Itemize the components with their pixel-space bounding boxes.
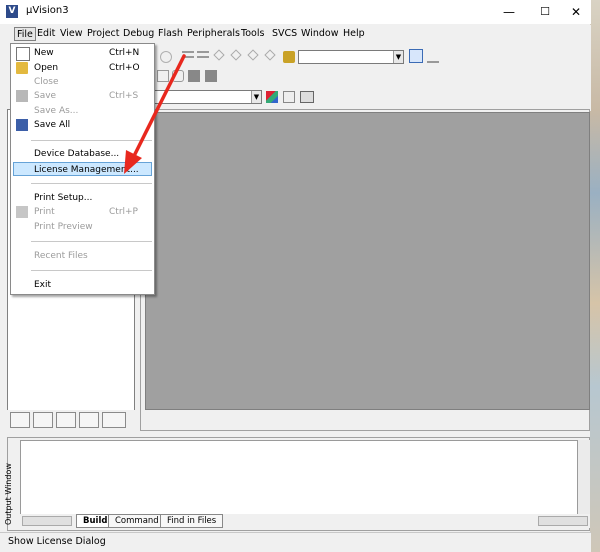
- menu-debug[interactable]: Debug: [121, 27, 156, 41]
- target-options-icon[interactable]: [266, 91, 278, 103]
- new-file-icon: [16, 47, 30, 61]
- title-bar: V µVision3 — ☐ ✕: [0, 0, 591, 24]
- menu-project[interactable]: Project: [85, 27, 122, 41]
- find-in-files-icon[interactable]: [409, 49, 423, 63]
- menu-item-print-setup[interactable]: Print Setup...: [13, 191, 152, 205]
- manage-books-icon[interactable]: [300, 91, 314, 103]
- menu-item-exit[interactable]: Exit: [13, 278, 152, 292]
- menu-tools[interactable]: Tools: [239, 27, 266, 41]
- print-icon: [16, 206, 28, 218]
- find-combo[interactable]: ▼: [298, 50, 404, 64]
- menu-edit[interactable]: Edit: [35, 27, 57, 41]
- menu-svcs[interactable]: SVCS: [270, 27, 299, 41]
- desktop-background: [590, 0, 600, 552]
- close-button[interactable]: ✕: [562, 2, 590, 22]
- menu-peripherals[interactable]: Peripherals: [185, 27, 242, 41]
- minimize-button[interactable]: —: [495, 2, 523, 22]
- tab-nav-arrows[interactable]: [22, 516, 72, 526]
- menu-help[interactable]: Help: [341, 27, 367, 41]
- menu-separator: [31, 183, 152, 184]
- chevron-down-icon[interactable]: ▼: [393, 51, 403, 63]
- output-scrollbar[interactable]: [578, 440, 590, 515]
- find-icon[interactable]: [283, 51, 295, 63]
- menu-item-recent-files[interactable]: Recent Files: [13, 249, 152, 263]
- tab-command[interactable]: Command: [108, 514, 166, 528]
- status-text: Show License Dialog: [8, 536, 106, 547]
- binoculars-icon[interactable]: [427, 51, 439, 63]
- save-all-icon: [16, 119, 28, 131]
- editor-area[interactable]: [145, 112, 590, 410]
- output-tabs: Build Command Find in Files: [20, 514, 590, 528]
- output-window-title: Output Window: [4, 463, 13, 525]
- menu-separator: [31, 270, 152, 271]
- next-bookmark-icon[interactable]: [247, 49, 259, 61]
- tab-books[interactable]: [56, 412, 76, 428]
- menu-separator: [31, 241, 152, 242]
- menu-window[interactable]: Window: [299, 27, 340, 41]
- prev-bookmark-icon[interactable]: [230, 49, 242, 61]
- output-window-label: Output Window: [3, 440, 17, 525]
- menu-flash[interactable]: Flash: [156, 27, 185, 41]
- annotation-arrow-icon: [124, 54, 186, 174]
- menu-view[interactable]: View: [58, 27, 85, 41]
- tab-registers[interactable]: [33, 412, 53, 428]
- tab-find-in-files[interactable]: Find in Files: [160, 514, 224, 528]
- tab-templates[interactable]: [102, 412, 126, 428]
- chevron-down-icon[interactable]: ▼: [251, 91, 261, 103]
- open-folder-icon: [16, 62, 28, 74]
- output-text-area[interactable]: [20, 440, 578, 515]
- workspace-tabs: [7, 410, 135, 430]
- menu-file[interactable]: File: [14, 27, 36, 41]
- menu-item-print-preview[interactable]: Print Preview: [13, 220, 152, 234]
- menu-item-print[interactable]: Print Ctrl+P: [13, 205, 152, 219]
- clear-bookmarks-icon[interactable]: [264, 49, 276, 61]
- app-logo-icon: V: [6, 5, 18, 18]
- remove-icon[interactable]: [205, 70, 217, 82]
- window-title: µVision3: [26, 5, 69, 16]
- save-icon: [16, 90, 28, 102]
- menu-bar: File Edit View Project Debug Flash Perip…: [0, 25, 591, 43]
- tab-functions[interactable]: [79, 412, 99, 428]
- maximize-button[interactable]: ☐: [531, 2, 559, 22]
- components-icon[interactable]: [283, 91, 295, 103]
- output-hscrollbar[interactable]: [538, 516, 588, 526]
- bookmark-icon[interactable]: [213, 49, 225, 61]
- tab-files[interactable]: [10, 412, 30, 428]
